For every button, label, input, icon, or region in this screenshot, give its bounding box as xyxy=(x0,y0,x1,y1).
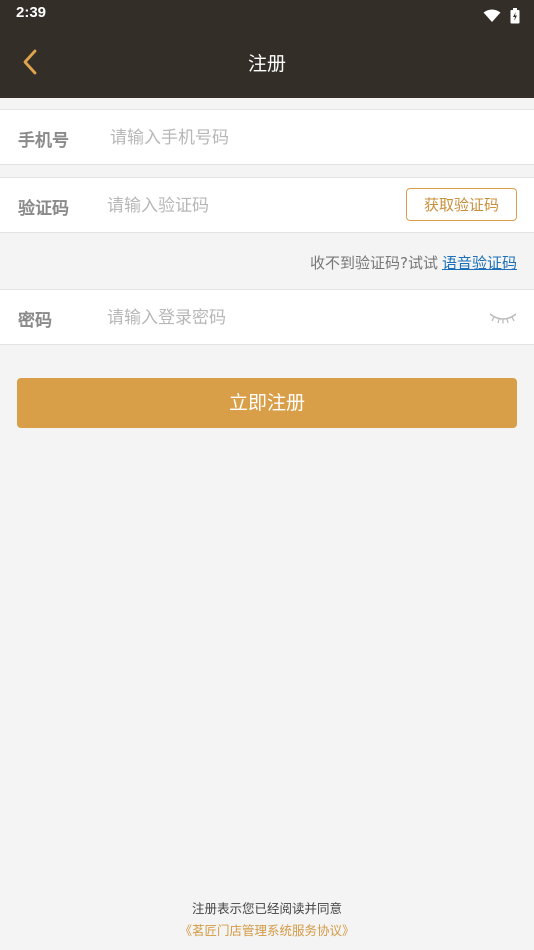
voice-code-hint: 收不到验证码?试试 语音验证码 xyxy=(310,252,517,273)
page-title: 注册 xyxy=(247,53,286,75)
app-header: 2:39 注册 xyxy=(0,0,534,98)
agreement-text: 注册表示您已经阅读并同意 xyxy=(191,901,342,916)
agreement-link[interactable]: 《茗匠门店管理系统服务协议》 xyxy=(0,920,534,939)
password-input[interactable] xyxy=(105,304,479,332)
footer: 注册表示您已经阅读并同意 《茗匠门店管理系统服务协议》 xyxy=(0,898,534,939)
code-input[interactable] xyxy=(105,192,389,220)
battery-icon xyxy=(510,7,520,23)
phone-input[interactable] xyxy=(108,124,512,152)
phone-label: 手机号 xyxy=(18,131,69,151)
register-button[interactable]: 立即注册 xyxy=(17,378,517,428)
status-bar: 2:39 xyxy=(0,0,534,26)
code-label: 验证码 xyxy=(18,199,69,219)
voice-code-link[interactable]: 语音验证码 xyxy=(442,254,517,272)
code-row: 验证码 获取验证码 xyxy=(0,177,534,233)
wifi-icon xyxy=(483,9,501,22)
get-code-button[interactable]: 获取验证码 xyxy=(406,188,517,221)
eye-closed-icon[interactable] xyxy=(488,308,518,328)
password-row: 密码 xyxy=(0,289,534,345)
phone-row: 手机号 xyxy=(0,109,534,165)
status-time: 2:39 xyxy=(16,4,47,21)
voice-hint-text: 收不到验证码?试试 xyxy=(310,254,438,272)
password-label: 密码 xyxy=(18,311,52,331)
status-icons xyxy=(483,5,520,24)
